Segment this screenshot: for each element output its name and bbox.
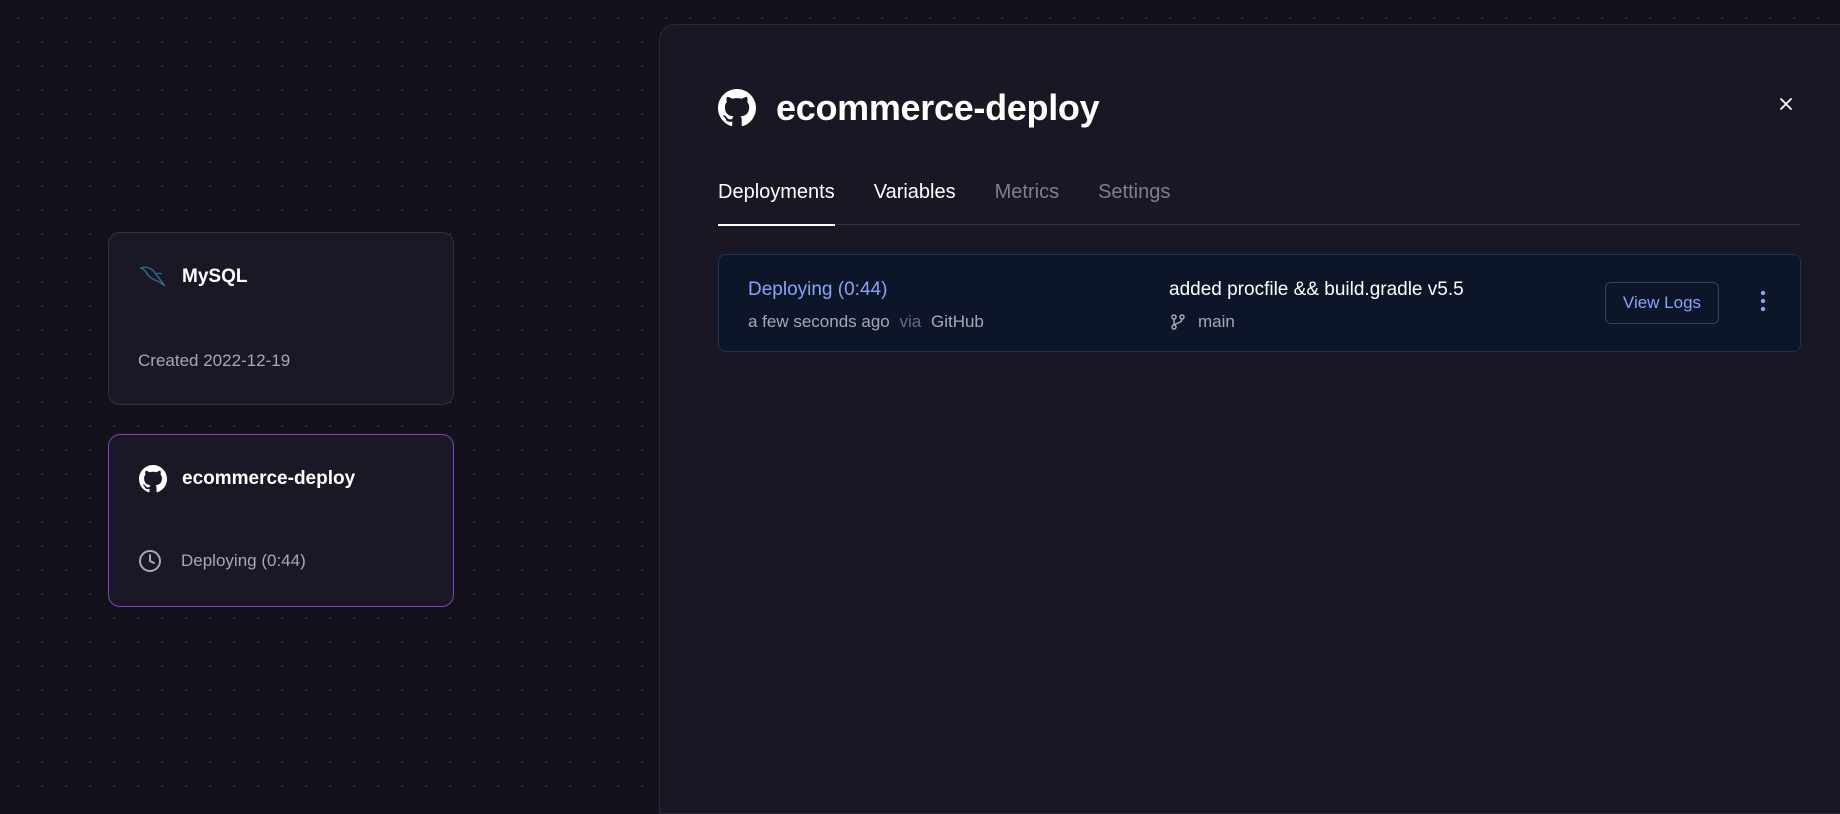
more-vertical-icon (1760, 290, 1766, 317)
panel-header: ecommerce-deploy (718, 87, 1100, 129)
git-branch-icon (1169, 313, 1187, 331)
service-footer-text: Created 2022-12-19 (138, 351, 291, 370)
service-name: ecommerce-deploy (182, 468, 356, 489)
deployment-meta: a few seconds ago via GitHub (748, 312, 984, 332)
github-icon (138, 464, 168, 494)
tab-settings[interactable]: Settings (1098, 175, 1170, 225)
close-button[interactable] (1773, 93, 1799, 119)
deployment-branch: main (1169, 312, 1235, 332)
tab-deployments[interactable]: Deployments (718, 175, 835, 226)
view-logs-button[interactable]: View Logs (1605, 282, 1719, 324)
deployment-time: a few seconds ago (748, 312, 890, 331)
service-name: MySQL (182, 266, 248, 287)
clock-icon (138, 549, 162, 573)
commit-message: added procfile && build.gradle v5.5 (1169, 279, 1464, 300)
service-detail-panel: ecommerce-deploy Deployments Variables M… (659, 24, 1840, 814)
deployment-row[interactable]: Deploying (0:44) a few seconds ago via G… (718, 254, 1801, 352)
mysql-dolphin-icon (138, 262, 168, 292)
more-options-button[interactable] (1748, 288, 1778, 318)
github-icon (718, 89, 756, 127)
branch-name: main (1198, 312, 1235, 331)
service-footer-text: Deploying (0:44) (181, 551, 306, 570)
tab-variables[interactable]: Variables (874, 175, 956, 225)
close-icon (1778, 96, 1794, 117)
deployment-status: Deploying (0:44) (748, 279, 888, 300)
panel-title: ecommerce-deploy (776, 87, 1100, 128)
service-created-date: Created 2022-12-19 (138, 351, 290, 371)
tab-metrics[interactable]: Metrics (995, 175, 1059, 225)
deployment-source: GitHub (930, 312, 984, 331)
panel-tabs: Deployments Variables Metrics Settings (718, 175, 1800, 226)
service-status: Deploying (0:44) (138, 549, 306, 573)
service-card-ecommerce-deploy[interactable]: ecommerce-deploy Deploying (0:44) (108, 434, 454, 607)
deployment-via: via (899, 312, 922, 331)
service-card-mysql[interactable]: MySQL Created 2022-12-19 (108, 232, 454, 405)
